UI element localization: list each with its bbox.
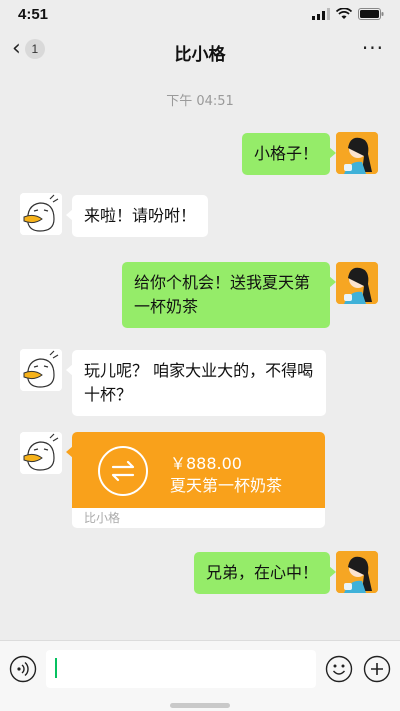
transfer-card[interactable]: ￥888.00 夏天第一杯奶茶 比小格	[72, 432, 325, 528]
message-timestamp: 下午 04:51	[166, 94, 234, 109]
message-bubble-outgoing[interactable]: 小格子！	[241, 133, 337, 175]
contact-avatar[interactable]	[20, 432, 62, 474]
contact-avatar[interactable]	[20, 193, 62, 235]
chat-header: ‹ 1 比小格 ···	[0, 28, 400, 72]
duck-avatar-icon	[20, 193, 62, 235]
my-avatar[interactable]	[336, 132, 378, 174]
wifi-icon	[336, 8, 352, 19]
transfer-amount: ￥888.00	[170, 454, 242, 473]
chat-title: 比小格	[174, 45, 226, 65]
girl-avatar-icon	[336, 551, 378, 593]
more-icon[interactable]: ···	[362, 36, 384, 60]
battery-icon	[358, 8, 384, 20]
girl-avatar-icon	[336, 262, 378, 304]
status-icons	[312, 8, 384, 20]
signal-icon	[312, 8, 330, 20]
message-bubble-incoming[interactable]: 来啦！请吩咐！	[65, 195, 209, 237]
message-bubble-incoming[interactable]: 玩儿呢？ 咱家大业大的，不得喝十杯？	[66, 350, 326, 416]
text-caret	[55, 658, 57, 678]
transfer-footer-label: 比小格	[84, 511, 121, 525]
transfer-card-body: ￥888.00 夏天第一杯奶茶	[72, 432, 325, 508]
input-bar	[0, 640, 400, 696]
message-bubble-outgoing[interactable]: 兄弟，在心中！	[193, 552, 337, 594]
my-avatar[interactable]	[336, 262, 378, 304]
transfer-arrows-icon	[98, 446, 148, 496]
message-input[interactable]	[46, 650, 316, 688]
plus-icon[interactable]	[363, 655, 391, 683]
home-indicator[interactable]	[170, 703, 230, 708]
transfer-description: 夏天第一杯奶茶	[170, 476, 283, 495]
contact-avatar[interactable]	[20, 349, 62, 391]
message-bubble-outgoing[interactable]: 给你个机会！送我夏天第一杯奶茶	[122, 262, 336, 328]
girl-avatar-icon	[336, 132, 378, 174]
duck-avatar-icon	[20, 349, 62, 391]
duck-avatar-icon	[20, 432, 62, 474]
emoji-icon[interactable]	[325, 655, 353, 683]
voice-icon[interactable]	[9, 655, 37, 683]
status-bar: 4:51	[0, 0, 400, 28]
status-time: 4:51	[18, 6, 49, 23]
my-avatar[interactable]	[336, 551, 378, 593]
